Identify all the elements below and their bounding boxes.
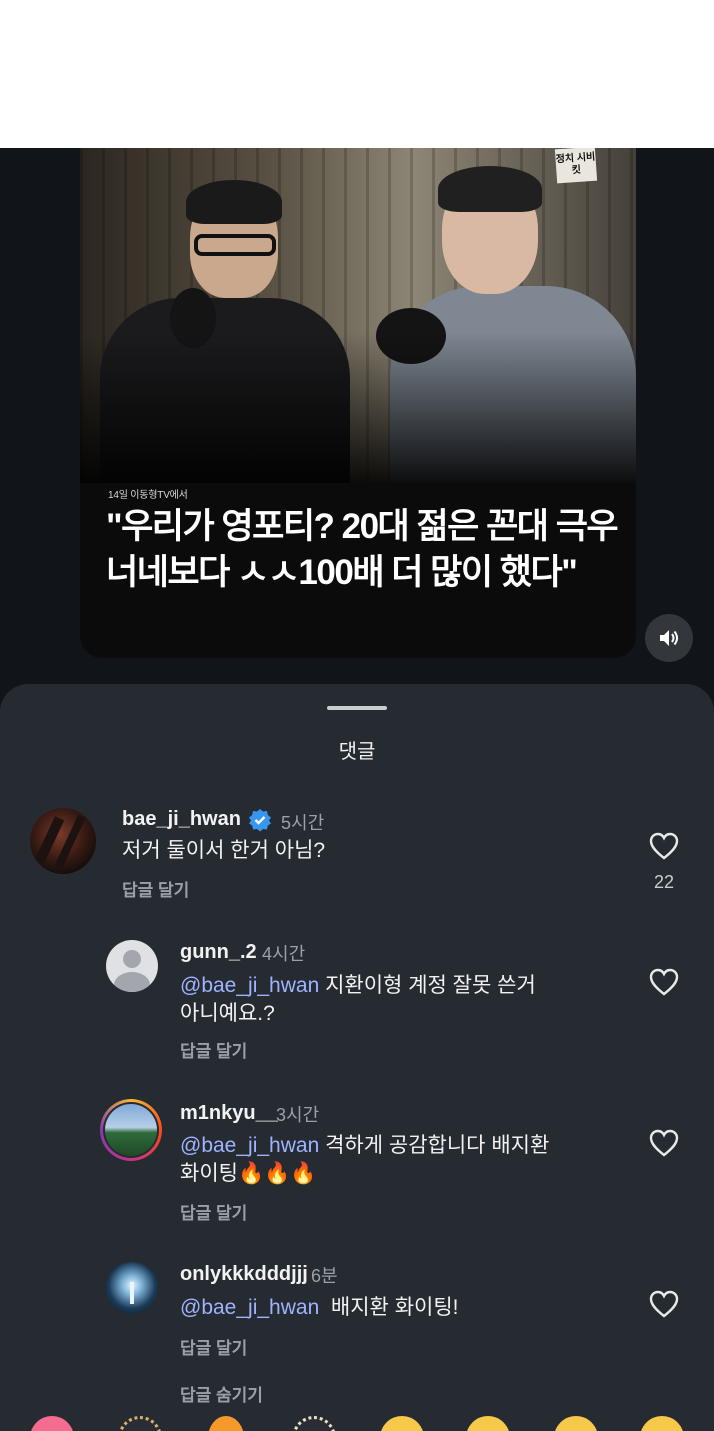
party-emoji-icon[interactable]: [292, 1416, 336, 1431]
cry-emoji-icon[interactable]: [640, 1416, 684, 1431]
sheet-title: 댓글: [338, 741, 376, 763]
laugh-emoji-icon[interactable]: [466, 1416, 510, 1431]
video-player[interactable]: 정치 시비킷 14일 이동형TV에서 "우리가 영포티? 20대 젊은 꼰대 극…: [80, 148, 636, 658]
comment-text: @bae_ji_hwan 격하게 공감합니다 배지환 화이팅🔥🔥🔥: [180, 1132, 549, 1188]
comment-username[interactable]: gunn_.2: [180, 941, 257, 964]
mention-link[interactable]: @bae_ji_hwan: [180, 974, 319, 997]
avatar[interactable]: [100, 1099, 162, 1161]
emoji-reaction-bar: [0, 1416, 714, 1431]
hide-replies-button[interactable]: 답글 숨기기: [180, 1381, 263, 1406]
heart-icon[interactable]: [648, 1289, 680, 1319]
love-eyes-emoji-icon[interactable]: [554, 1416, 598, 1431]
reply-button[interactable]: 답글 달기: [180, 1334, 247, 1359]
heart-icon[interactable]: [648, 831, 680, 861]
video-thumbnail: 정치 시비킷: [80, 148, 636, 483]
comment-time: 4시간: [262, 944, 306, 964]
fire-emoji-icon[interactable]: [208, 1416, 244, 1431]
comment-text-part: 지환이형 계정 잘못 쓴거: [319, 974, 536, 997]
heart-emoji-icon[interactable]: [30, 1416, 74, 1431]
like-count: 22: [653, 872, 675, 892]
reels-comments-screen: 정치 시비킷 14일 이동형TV에서 "우리가 영포티? 20대 젊은 꼰대 극…: [0, 148, 714, 1431]
headline-line-1: "우리가 영포티? 20대 젊은 꼰대 극우: [106, 507, 619, 546]
top-blank-area: [0, 0, 714, 148]
channel-source: 14일 이동형TV에서: [108, 490, 188, 501]
comment-text-part: 화이팅🔥🔥🔥: [180, 1162, 317, 1185]
video-headline: "우리가 영포티? 20대 젊은 꼰대 극우 너네보다 ㅅㅅ100배 더 많이 …: [106, 504, 626, 596]
reply-button[interactable]: 답글 달기: [122, 876, 189, 901]
comment-username[interactable]: onlykkkdddjjj: [180, 1263, 308, 1286]
comment-text: @bae_ji_hwan 지환이형 계정 잘못 쓴거 아니예요.?: [180, 972, 536, 1028]
reply-button[interactable]: 답글 달기: [180, 1037, 247, 1062]
comment-text-part: 아니예요.?: [180, 1002, 275, 1025]
comment-username[interactable]: bae_ji_hwan: [122, 808, 241, 831]
reply-button[interactable]: 답글 달기: [180, 1199, 247, 1224]
comment-text: @bae_ji_hwan 배지환 화이팅!: [180, 1294, 459, 1322]
comments-sheet: 댓글 bae_ji_hwan 5시간 저거 둘이서 한거 아님? 답글 달기 2…: [0, 684, 714, 1431]
heart-icon[interactable]: [648, 1128, 680, 1158]
clap-emoji-icon[interactable]: [118, 1416, 162, 1431]
comment-username[interactable]: m1nkyu__: [180, 1102, 278, 1125]
comment-text-part: 배지환 화이팅!: [319, 1296, 459, 1319]
comment-time: 5시간: [281, 813, 325, 833]
headline-line-2: 너네보다 ㅅㅅ100배 더 많이 했다": [106, 553, 578, 592]
avatar[interactable]: [30, 808, 96, 874]
volume-button[interactable]: [645, 614, 693, 662]
comment-time: 6분: [311, 1266, 338, 1286]
verified-badge-icon: [249, 809, 271, 832]
channel-logo: 정치 시비킷: [554, 148, 598, 184]
comment-text: 저거 둘이서 한거 아님?: [122, 839, 326, 862]
mention-link[interactable]: @bae_ji_hwan: [180, 1134, 319, 1157]
avatar[interactable]: [106, 940, 158, 992]
comment-time: 3시간: [276, 1105, 320, 1125]
comment-text-part: 격하게 공감합니다 배지환: [319, 1134, 550, 1157]
sheet-grabber[interactable]: [327, 706, 387, 710]
avatar[interactable]: [106, 1262, 158, 1314]
speaker-icon: [660, 630, 678, 646]
smile-emoji-icon[interactable]: [380, 1416, 424, 1431]
mention-link[interactable]: @bae_ji_hwan: [180, 1296, 319, 1319]
heart-icon[interactable]: [648, 967, 680, 997]
